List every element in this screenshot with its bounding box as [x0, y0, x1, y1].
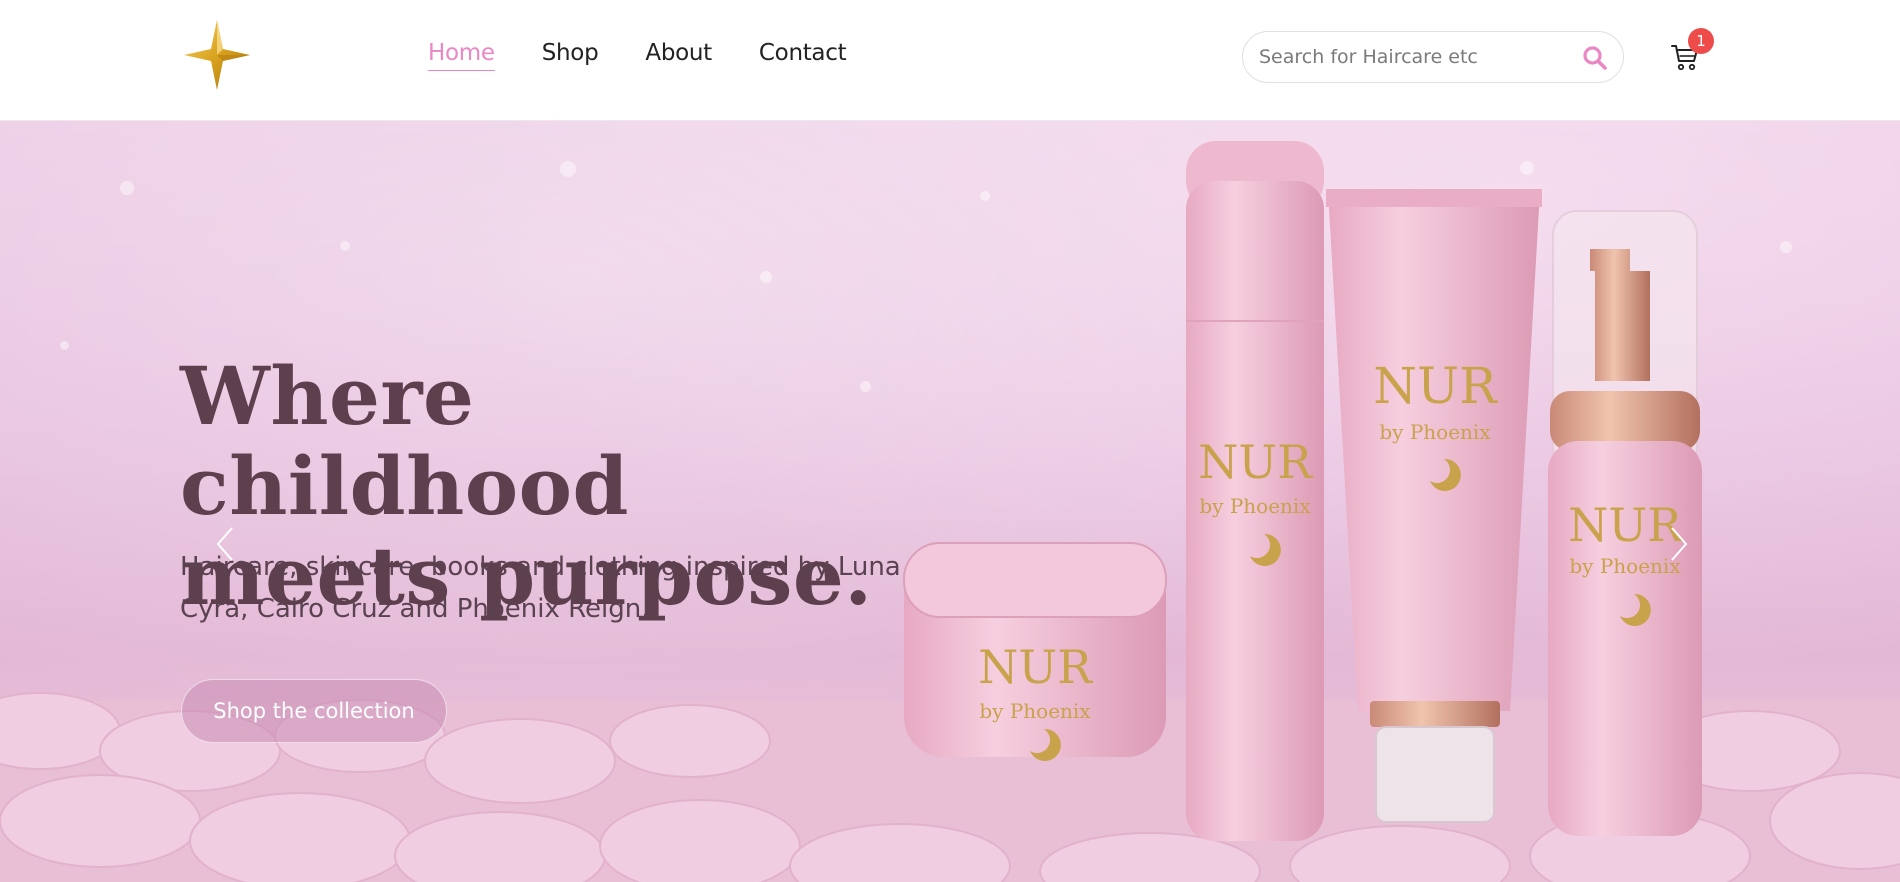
nav-home[interactable]: Home: [428, 40, 495, 71]
hero-banner: NUR by Phoenix NUR by Phoenix NUR by Pho…: [0, 121, 1900, 882]
site-header: Home Shop About Contact 1: [0, 0, 1900, 121]
nav-shop[interactable]: Shop: [542, 40, 599, 71]
search-box: [1242, 31, 1624, 83]
cart-count-badge: 1: [1688, 28, 1714, 54]
shop-collection-button[interactable]: Shop the collection: [181, 679, 447, 743]
hero-subtitle-line2: Cyra, Cairo Cruz and Phoenix Reign.: [180, 594, 650, 624]
nav-contact[interactable]: Contact: [759, 40, 847, 71]
jar-brand-label: NUR: [978, 640, 1093, 694]
bottle-brand-sub: by Phoenix: [1199, 494, 1311, 518]
chevron-left-icon[interactable]: [206, 524, 246, 564]
logo-star-icon[interactable]: [184, 20, 250, 90]
hero-subtitle: Haircare, skincare, books and clothing i…: [180, 546, 920, 630]
bottle-brand-label: NUR: [1198, 435, 1313, 489]
nav-about[interactable]: About: [645, 40, 712, 71]
main-nav: Home Shop About Contact: [428, 40, 893, 71]
search-input[interactable]: [1259, 32, 1559, 82]
product-lineup-image: NUR by Phoenix NUR by Phoenix NUR by Pho…: [903, 141, 1702, 841]
tube-brand-sub: by Phoenix: [1379, 420, 1491, 444]
chevron-right-icon[interactable]: [1658, 524, 1698, 564]
jar-brand-sub: by Phoenix: [979, 699, 1091, 723]
search-icon[interactable]: [1581, 44, 1609, 72]
tube-brand-label: NUR: [1373, 357, 1498, 415]
hero-heading-line1: Where childhood: [180, 349, 629, 533]
hero-subtitle-line1: Haircare, skincare, books and clothing i…: [180, 552, 901, 582]
